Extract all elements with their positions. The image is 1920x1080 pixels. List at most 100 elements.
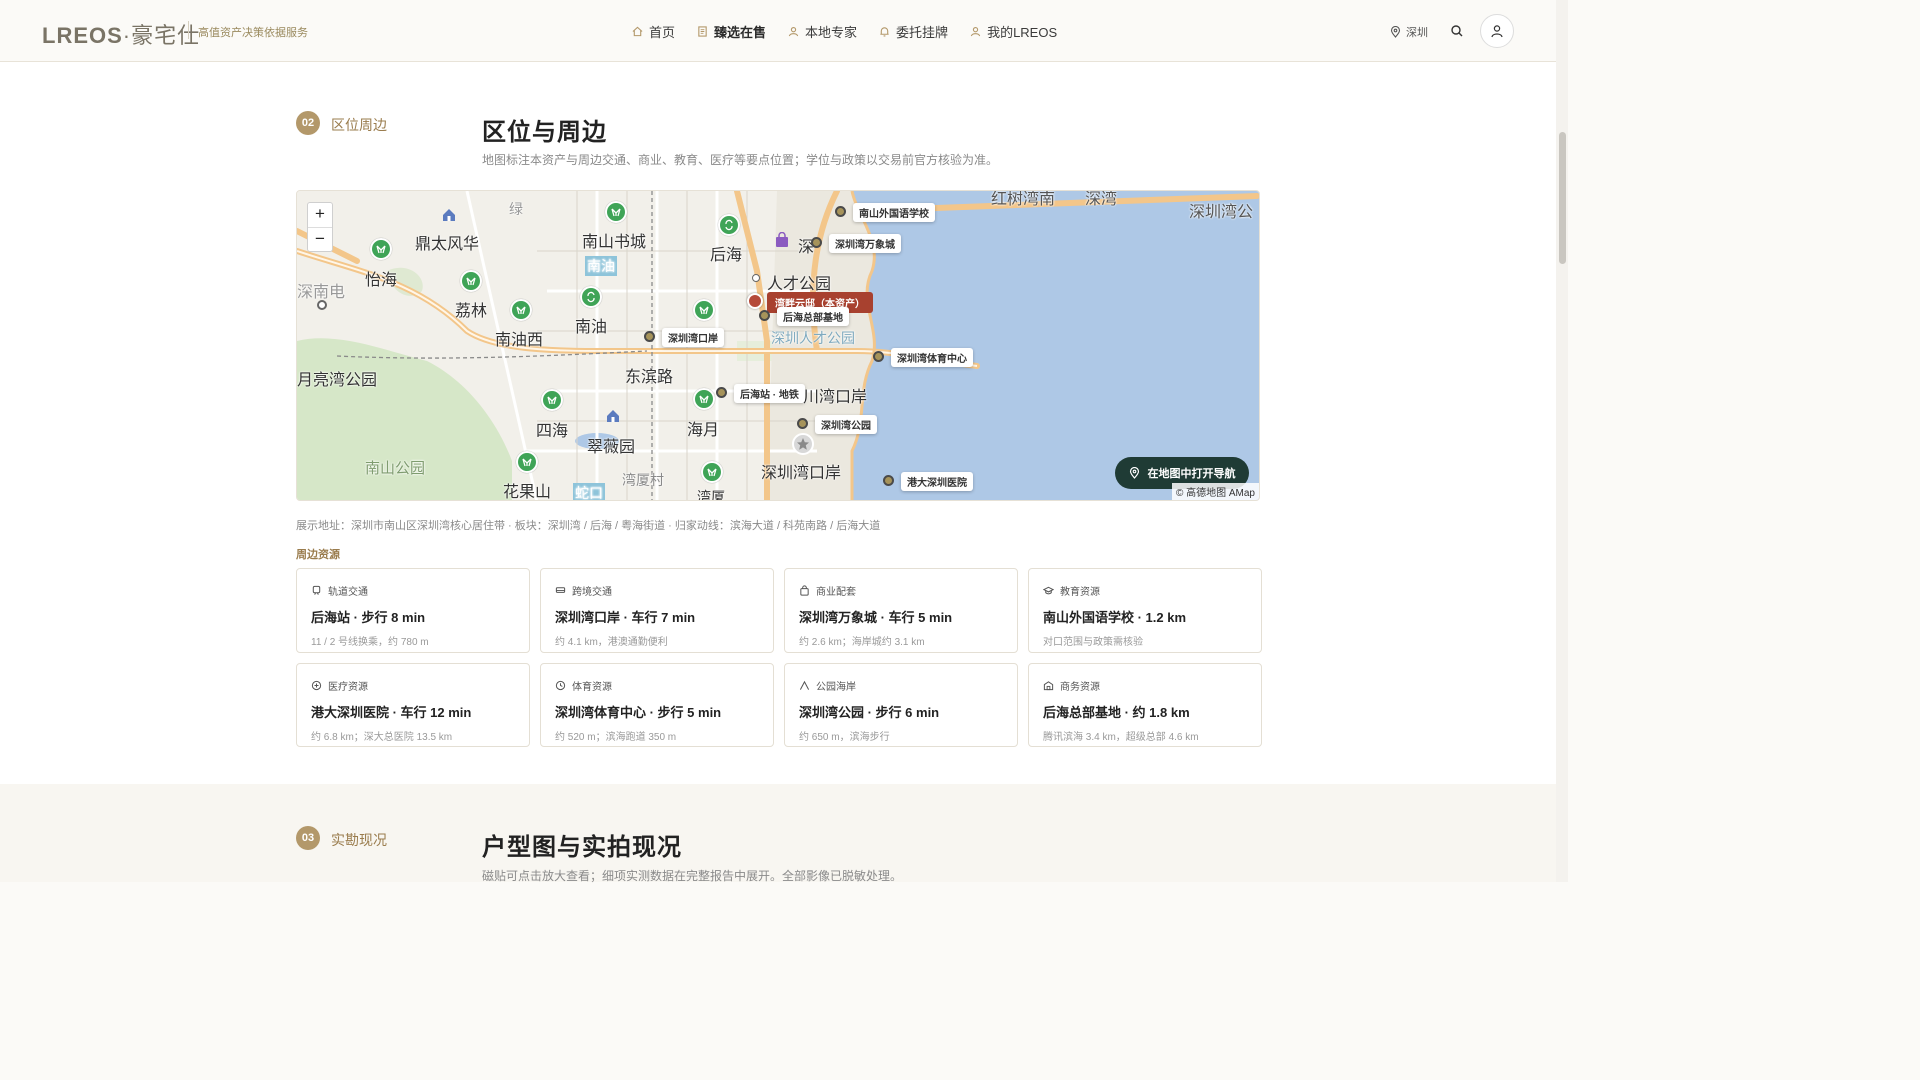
map-label: 人才公园 bbox=[767, 276, 832, 293]
resource-category: 公园海岸 bbox=[816, 682, 856, 693]
metro-transfer-icon[interactable] bbox=[718, 214, 740, 236]
zoom-in-button[interactable]: + bbox=[308, 203, 332, 227]
metro-transfer-icon[interactable] bbox=[580, 286, 602, 308]
resource-category: 体育资源 bbox=[572, 682, 612, 693]
metro-station-icon[interactable] bbox=[701, 461, 723, 483]
scrollbar-thumb[interactable] bbox=[1559, 132, 1566, 264]
clock-icon bbox=[555, 680, 566, 691]
map-attribution[interactable]: © 高德地图 AMap bbox=[1171, 483, 1259, 500]
search-button[interactable] bbox=[1448, 22, 1466, 40]
map-label: 东滨路 bbox=[625, 369, 674, 386]
poi-label[interactable]: 深圳湾万象城 bbox=[829, 234, 901, 253]
map-label: 怡海 bbox=[365, 272, 398, 289]
open-navigation-label: 在地图中打开导航 bbox=[1147, 468, 1236, 480]
map-label: 深南电 bbox=[297, 284, 346, 301]
resource-main: 深圳湾万象城 · 车行 5 min bbox=[799, 610, 953, 625]
nav-item-local-experts[interactable]: 本地专家 bbox=[788, 22, 857, 41]
resource-category: 轨道交通 bbox=[328, 587, 368, 598]
metro-station-icon[interactable] bbox=[541, 389, 563, 411]
nav-item-label: 我的LREOS bbox=[987, 25, 1058, 40]
resource-card[interactable]: 公园海岸 深圳湾公园 · 步行 6 min 约 650 m，滨海步行 bbox=[784, 663, 1018, 747]
address-line: 展示地址：深圳市南山区深圳湾核心居住带 · 板块：深圳湾 / 后海 / 粤海街道… bbox=[296, 520, 881, 532]
medical-plus-icon bbox=[311, 680, 322, 691]
nav-item-home[interactable]: 首页 bbox=[632, 22, 675, 41]
poi-label[interactable]: 港大深圳医院 bbox=[901, 472, 973, 491]
nav-item-label: 首页 bbox=[649, 25, 676, 40]
house-icon bbox=[607, 410, 619, 422]
metro-station-icon[interactable] bbox=[693, 299, 715, 321]
map-label: 南山书城 bbox=[582, 234, 647, 251]
home-icon bbox=[632, 26, 643, 37]
resource-main: 后海站 · 步行 8 min bbox=[311, 610, 426, 625]
zoom-out-button[interactable]: − bbox=[308, 227, 332, 251]
site-survey-section: 03 实勘现况 户型图与实拍现况 磁贴可点击放大查看；细项实测数据在完整报告中展… bbox=[0, 784, 1556, 883]
document-icon bbox=[698, 26, 707, 37]
map-label: 花果山 bbox=[503, 484, 552, 501]
user-icon bbox=[1491, 25, 1503, 38]
poi-label[interactable]: 后海总部基地 bbox=[777, 307, 849, 326]
nav-item-my-lreos[interactable]: 我的LREOS bbox=[970, 22, 1057, 41]
poi-marker[interactable] bbox=[716, 387, 727, 398]
resource-card[interactable]: 体育资源 深圳湾体育中心 · 步行 5 min 约 520 m；滨海跑道 350… bbox=[540, 663, 774, 747]
logo-divider bbox=[188, 21, 189, 39]
map-label: 川湾口岸 bbox=[803, 389, 868, 406]
map-label: 南山公园 bbox=[365, 460, 426, 477]
map-label: 后海 bbox=[710, 247, 743, 264]
logo[interactable]: LREOS·豪宅仕 bbox=[42, 18, 200, 50]
poi-label[interactable]: 深圳湾公园 bbox=[815, 415, 877, 434]
metro-station-icon[interactable] bbox=[460, 270, 482, 292]
person-icon bbox=[970, 27, 981, 37]
location-pin-icon bbox=[1129, 467, 1139, 479]
metro-station-icon[interactable] bbox=[693, 388, 715, 410]
poi-label[interactable]: 深圳湾体育中心 bbox=[891, 348, 973, 367]
section-number-badge: 02 bbox=[296, 111, 320, 135]
poi-marker[interactable] bbox=[883, 475, 894, 486]
nav-item-label: 臻选在售 bbox=[714, 25, 767, 40]
map-label: 月亮湾公园 bbox=[297, 372, 378, 389]
map-label: 绿 bbox=[509, 201, 523, 217]
main-asset-marker[interactable] bbox=[747, 293, 763, 309]
resource-card[interactable]: 跨境交通 深圳湾口岸 · 车行 7 min 约 4.1 km，港澳通勤便利 bbox=[540, 568, 774, 653]
section-description: 地图标注本资产与周边交通、商业、教育、医疗等要点位置；学位与政策以交易前官方核验… bbox=[482, 153, 999, 167]
metro-station-icon[interactable] bbox=[370, 238, 392, 260]
poi-marker[interactable] bbox=[873, 351, 884, 362]
location-map[interactable]: 鼎太风华 南山书城 后海 怡海 南油 南油 荔林 南油西 人才公园 深圳人才公园… bbox=[296, 190, 1260, 501]
metro-station-icon[interactable] bbox=[605, 201, 627, 223]
map-label: 南油 bbox=[585, 256, 617, 276]
poi-marker[interactable] bbox=[835, 206, 846, 217]
resource-card[interactable]: 教育资源 南山外国语学校 · 1.2 km 对口范围与政策需核验 bbox=[1028, 568, 1262, 653]
resource-card[interactable]: 商业配套 深圳湾万象城 · 车行 5 min 约 2.6 km；海岸城约 3.1… bbox=[784, 568, 1018, 653]
map-zoom-control: + − bbox=[307, 202, 333, 252]
metro-station-icon[interactable] bbox=[510, 299, 532, 321]
poi-marker[interactable] bbox=[797, 418, 808, 429]
map-label: 深湾 bbox=[1085, 191, 1118, 208]
resource-main: 深圳湾公园 · 步行 6 min bbox=[799, 705, 940, 720]
resource-card[interactable]: 轨道交通 后海站 · 步行 8 min 11 / 2 号线换乘，约 780 m bbox=[296, 568, 530, 653]
resource-sub: 11 / 2 号线换乘，约 780 m bbox=[311, 637, 429, 648]
resource-card[interactable]: 医疗资源 港大深圳医院 · 车行 12 min 约 6.8 km；深大总医院 1… bbox=[296, 663, 530, 747]
resource-main: 后海总部基地 · 约 1.8 km bbox=[1043, 705, 1190, 720]
section-label: 实勘现况 bbox=[331, 832, 387, 848]
section-title: 户型图与实拍现况 bbox=[482, 834, 682, 861]
resources-grid: 轨道交通 后海站 · 步行 8 min 11 / 2 号线换乘，约 780 m … bbox=[296, 568, 1262, 747]
resources-title: 周边资源 bbox=[296, 549, 340, 561]
metro-station-icon[interactable] bbox=[516, 451, 538, 473]
section-label: 区位周边 bbox=[331, 117, 387, 133]
poi-label[interactable]: 后海站 · 地铁 bbox=[734, 384, 805, 403]
poi-label[interactable]: 深圳湾口岸 bbox=[662, 328, 724, 347]
poi-label[interactable]: 南山外国语学校 bbox=[853, 203, 935, 222]
resource-sub: 约 650 m，滨海步行 bbox=[799, 732, 890, 743]
poi-marker[interactable] bbox=[811, 237, 822, 248]
resource-card[interactable]: 商务资源 后海总部基地 · 约 1.8 km 腾讯滨海 3.4 km，超级总部 … bbox=[1028, 663, 1262, 747]
city-selector[interactable]: 深圳 bbox=[1390, 24, 1428, 40]
resource-category: 商业配套 bbox=[816, 587, 856, 598]
top-navigation-bar: LREOS·豪宅仕 高值资产决策依据服务 首页 臻选在售 本地专家 委托挂牌 我… bbox=[0, 0, 1556, 62]
bus-icon bbox=[555, 587, 566, 593]
nav-item-consign-listing[interactable]: 委托挂牌 bbox=[879, 22, 948, 41]
office-building-icon bbox=[1043, 681, 1054, 691]
poi-marker[interactable] bbox=[759, 310, 770, 321]
nav-item-selected-listings[interactable]: 臻选在售 bbox=[697, 22, 766, 41]
user-avatar-button[interactable] bbox=[1480, 14, 1514, 48]
resource-sub: 约 6.8 km；深大总医院 13.5 km bbox=[311, 732, 453, 743]
poi-marker[interactable] bbox=[644, 331, 655, 342]
